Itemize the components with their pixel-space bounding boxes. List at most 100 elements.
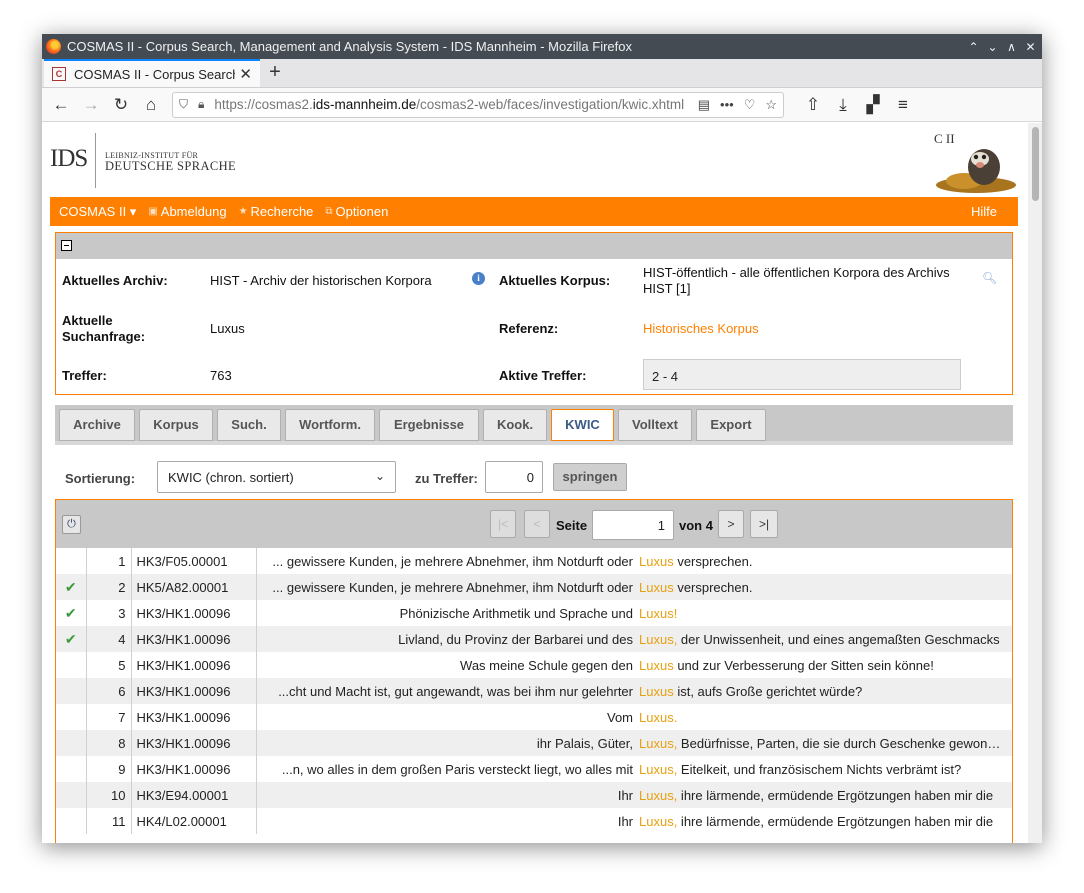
collapse-icon[interactable] [61,240,72,251]
source-siglum[interactable]: HK3/HK1.00096 [131,756,257,782]
source-siglum[interactable]: HK3/HK1.00096 [131,678,257,704]
source-siglum[interactable]: HK5/A82.00001 [131,574,257,600]
source-siglum[interactable]: HK3/HK1.00096 [131,730,257,756]
keyword[interactable]: Luxus, [639,762,677,777]
keyword[interactable]: Luxus. [639,710,677,725]
checkmark-icon[interactable] [56,808,87,834]
checkmark-icon[interactable] [56,678,87,704]
source-siglum[interactable]: HK3/HK1.00096 [131,600,257,626]
source-siglum[interactable]: HK3/HK1.00096 [131,626,257,652]
right-context: Bedürfnisse, Parten, die sie durch Gesch… [677,735,1010,751]
reader-view-icon[interactable]: ▤ [698,97,710,113]
keyword[interactable]: Luxus, [639,814,677,829]
checkmark-icon[interactable] [56,782,87,808]
minimize-icon[interactable]: ⌄ [985,40,1000,54]
table-row[interactable]: 9 HK3/HK1.00096 ...n, wo alles in dem groß… [56,756,1012,782]
downloads-icon[interactable]: ⤓ [828,91,858,119]
checkmark-icon[interactable] [56,704,87,730]
navigation-bar: ← → ↻ ⌂ ⛉ 🔒︎ https://cosmas2.ids-mannhei… [42,88,1042,122]
pocket-icon[interactable]: ♡ [744,97,756,113]
checkmark-icon[interactable]: ✔ [56,626,87,652]
keyword[interactable]: Luxus, [639,788,677,803]
maximize-icon[interactable]: ∧ [1004,40,1019,54]
tab-close-icon[interactable]: ✕ [239,65,252,83]
table-row[interactable]: 5 HK3/HK1.00096 Was meine Schule gegen den… [56,652,1012,678]
first-page-button[interactable]: |< [490,510,516,538]
table-row[interactable]: 10 HK3/E94.00001 Ihr Luxus, ihre lärmende, … [56,782,1012,808]
reference-link[interactable]: Historisches Korpus [643,321,759,336]
keyword[interactable]: Luxus [639,684,674,699]
research-link[interactable]: ★ Recherche [239,204,314,219]
keyword[interactable]: Luxus, [639,632,677,647]
close-window-icon[interactable]: ✕ [1023,40,1038,54]
table-row[interactable]: ✔ 3 HK3/HK1.00096 Phönizische Arithmetik un… [56,600,1012,626]
cosmas-menu[interactable]: COSMAS II ▾ [59,204,136,220]
tab-kwic[interactable]: KWIC [551,409,614,441]
prev-page-button[interactable]: < [524,510,550,538]
url-text[interactable]: https://cosmas2.ids-mannheim.de/cosmas2-… [214,97,697,112]
table-row[interactable]: ✔ 4 HK3/HK1.00096 Livland, du Provinz der B… [56,626,1012,652]
page-actions-icon[interactable]: ••• [720,97,734,113]
goto-hit-input[interactable]: 0 [485,461,543,493]
source-siglum[interactable]: HK3/HK1.00096 [131,652,257,678]
active-hits-field[interactable]: 2 - 4 [643,359,961,390]
url-bar[interactable]: ⛉ 🔒︎ https://cosmas2.ids-mannheim.de/cos… [172,91,784,118]
table-row[interactable]: 1 HK3/F05.00001 ... gewissere Kunden, je m… [56,548,1012,574]
last-page-button[interactable]: >| [750,510,778,538]
lock-icon[interactable]: 🔒︎ [198,97,204,112]
sort-select[interactable]: KWIC (chron. sortiert) ⌄ [157,461,396,493]
tab-such[interactable]: Such. [217,409,281,441]
back-button[interactable]: ← [46,91,76,119]
tab-wortform[interactable]: Wortform. [285,409,375,441]
next-page-button[interactable]: > [718,510,744,538]
magnifier-icon[interactable]: 🔍︎ [982,271,997,285]
tab-archive[interactable]: Archive [59,409,135,441]
info-icon[interactable]: i [472,272,485,285]
jump-button[interactable]: springen [553,463,627,491]
power-icon[interactable]: ⏻ [62,515,81,534]
checkmark-icon[interactable] [56,548,87,574]
tab-volltext[interactable]: Volltext [618,409,692,441]
tab-kook[interactable]: Kook. [483,409,547,441]
table-row[interactable]: 6 HK3/HK1.00096 ...cht und Macht ist, gut … [56,678,1012,704]
reload-button[interactable]: ↻ [106,91,136,119]
keyword[interactable]: Luxus [639,554,674,569]
new-tab-button[interactable]: + [260,59,290,87]
logout-link[interactable]: ▣ Abmeldung [148,204,226,219]
table-row[interactable]: 8 HK3/HK1.00096 ihr Palais, Güter, Luxus, B… [56,730,1012,756]
checkmark-icon[interactable]: ✔ [56,574,87,600]
keyword[interactable]: Luxus [639,658,674,673]
tab-ergebnisse[interactable]: Ergebnisse [379,409,479,441]
library-icon[interactable]: ⇧ [798,91,828,119]
browser-tab[interactable]: C COSMAS II - Corpus Search, Management … [44,59,260,87]
page-scrollbar[interactable] [1028,123,1042,843]
keep-above-icon[interactable]: ⌃ [966,40,981,54]
checkmark-icon[interactable] [56,730,87,756]
table-row[interactable]: ✔ 2 HK5/A82.00001... gewissere Kunden, je … [56,574,1012,600]
home-button[interactable]: ⌂ [136,91,166,119]
keyword[interactable]: Luxus, [639,736,677,751]
bookmark-star-icon[interactable]: ☆ [765,97,777,113]
source-siglum[interactable]: HK3/HK1.00096 [131,704,257,730]
table-row[interactable]: 11 HK4/L02.00001 Ihr Luxus, ihre lärmende, … [56,808,1012,834]
checkmark-icon[interactable] [56,756,87,782]
source-siglum[interactable]: HK3/E94.00001 [131,782,257,808]
options-link[interactable]: ⧉ Optionen [325,204,388,219]
help-link[interactable]: Hilfe [971,204,997,219]
table-row[interactable]: 7 HK3/HK1.00096 Vom Luxus. [56,704,1012,730]
sort-label: Sortierung: [65,471,136,486]
extensions-icon[interactable]: ▞ [858,91,888,119]
keyword[interactable]: Luxus! [639,606,677,621]
keyword[interactable]: Luxus [639,580,674,595]
forward-button[interactable]: → [76,91,106,119]
hamburger-menu-icon[interactable]: ≡ [888,91,918,119]
checkmark-icon[interactable]: ✔ [56,600,87,626]
external-link-icon: ⧉ [325,206,333,217]
page-input[interactable]: 1 [592,510,674,540]
shield-icon[interactable]: ⛉ [179,97,188,112]
source-siglum[interactable]: HK3/F05.00001 [131,548,257,574]
checkmark-icon[interactable] [56,652,87,678]
source-siglum[interactable]: HK4/L02.00001 [131,808,257,834]
tab-korpus[interactable]: Korpus [139,409,213,441]
tab-export[interactable]: Export [696,409,766,441]
